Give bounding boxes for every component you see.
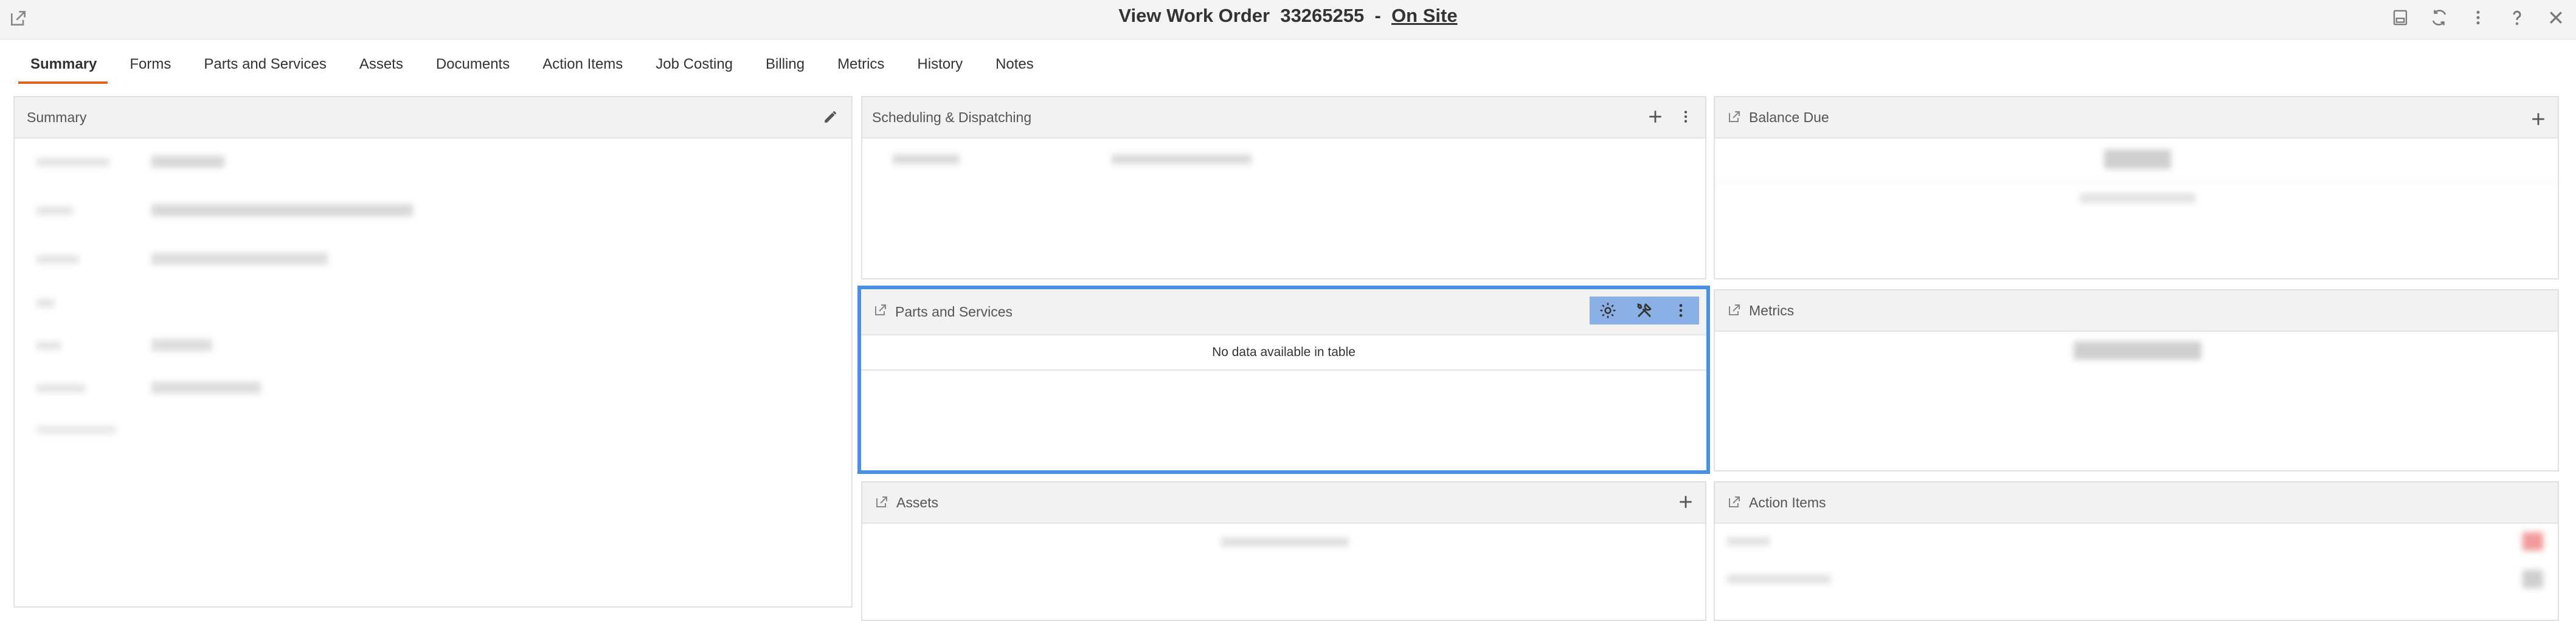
empty-table-message: No data available in table xyxy=(861,335,1706,371)
tab-summary[interactable]: Summary xyxy=(13,47,113,84)
title-bar: View Work Order 33265255 - On Site xyxy=(0,0,2576,39)
page-title: View Work Order 33265255 - On Site xyxy=(0,5,2576,27)
more-icon[interactable] xyxy=(2467,6,2490,29)
action-items-panel: Action Items xyxy=(1714,481,2559,621)
more-icon[interactable] xyxy=(1675,106,1697,128)
external-link-icon[interactable] xyxy=(1727,495,1742,509)
close-icon[interactable] xyxy=(2544,6,2567,29)
work-order-number: 33265255 xyxy=(1280,5,1365,26)
balance-blurred-content xyxy=(1715,137,2558,259)
metrics-panel-title: Metrics xyxy=(1749,303,1795,318)
parts-and-services-panel-title: Parts and Services xyxy=(895,304,1013,320)
external-link-icon[interactable] xyxy=(1727,109,1742,124)
scheduling-panel-title: Scheduling & Dispatching xyxy=(872,109,1032,125)
balance-due-panel: Balance Due xyxy=(1714,96,2559,280)
add-icon[interactable] xyxy=(2527,108,2549,130)
balance-due-panel-title: Balance Due xyxy=(1749,109,1829,125)
more-icon[interactable] xyxy=(1670,300,1692,321)
summary-panel-title: Summary xyxy=(27,109,87,125)
external-link-icon[interactable] xyxy=(874,495,889,509)
tools-icon[interactable] xyxy=(1633,300,1655,321)
tab-bar: Summary Forms Parts and Services Assets … xyxy=(13,47,1050,84)
external-link-icon[interactable] xyxy=(1727,303,1742,317)
save-icon[interactable] xyxy=(2389,6,2412,29)
parts-and-services-panel: Parts and Services No data available in … xyxy=(857,286,1710,474)
tab-parts-and-services[interactable]: Parts and Services xyxy=(187,47,342,84)
tab-history[interactable]: History xyxy=(900,47,978,84)
add-icon[interactable] xyxy=(1644,106,1666,128)
tab-metrics[interactable]: Metrics xyxy=(820,47,900,84)
settings-gear-icon[interactable] xyxy=(1597,300,1619,321)
assets-panel: Assets xyxy=(861,481,1706,621)
refresh-icon[interactable] xyxy=(2428,6,2451,29)
tab-documents[interactable]: Documents xyxy=(419,47,525,84)
title-prefix: View Work Order xyxy=(1118,5,1270,26)
metrics-blurred-content xyxy=(1715,331,2558,403)
tab-job-costing[interactable]: Job Costing xyxy=(639,47,749,84)
assets-blurred-content xyxy=(862,523,1705,571)
tab-billing[interactable]: Billing xyxy=(749,47,820,84)
tab-notes[interactable]: Notes xyxy=(978,47,1050,84)
external-link-icon[interactable] xyxy=(873,303,888,317)
add-icon[interactable] xyxy=(1675,491,1697,513)
tab-action-items[interactable]: Action Items xyxy=(525,47,639,84)
status-link[interactable]: On Site xyxy=(1391,5,1458,26)
summary-panel: Summary xyxy=(13,96,853,608)
tab-forms[interactable]: Forms xyxy=(113,47,187,84)
help-icon[interactable] xyxy=(2505,6,2529,29)
summary-blurred-content xyxy=(15,137,851,441)
action-items-panel-title: Action Items xyxy=(1749,495,1826,510)
metrics-panel: Metrics xyxy=(1714,289,2559,472)
title-separator: - xyxy=(1374,5,1381,26)
action-items-blurred-content xyxy=(1715,523,2558,602)
edit-icon[interactable] xyxy=(820,106,842,128)
scheduling-blurred-row xyxy=(862,137,1705,186)
scheduling-panel: Scheduling & Dispatching xyxy=(861,96,1706,280)
parts-toolbar xyxy=(1590,297,1699,324)
assets-panel-title: Assets xyxy=(896,495,939,510)
tab-assets[interactable]: Assets xyxy=(342,47,419,84)
